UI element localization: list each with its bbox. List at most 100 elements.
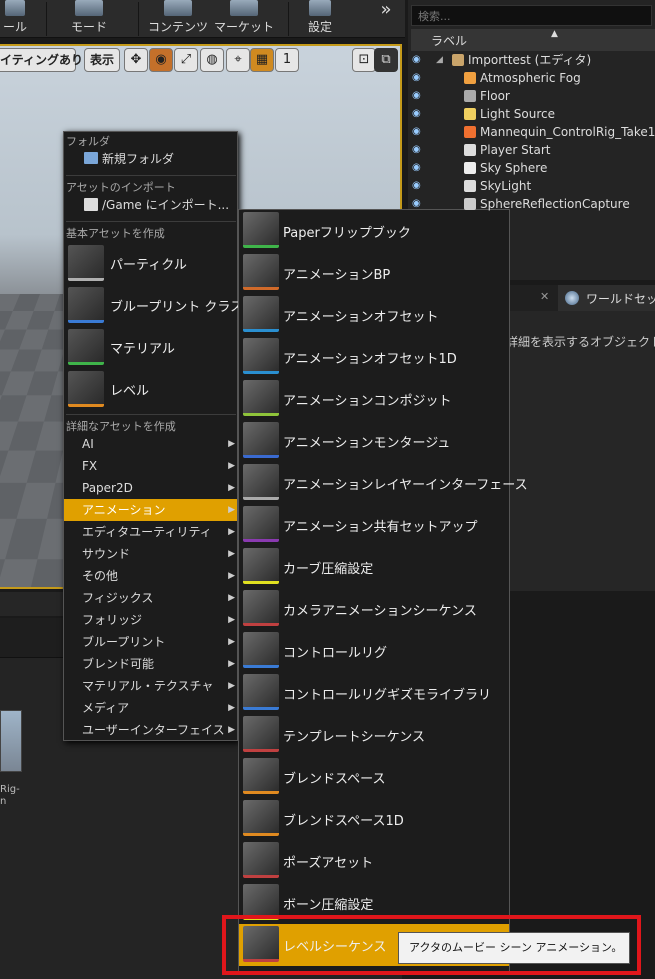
- expand-arrow-icon[interactable]: ◢: [436, 51, 443, 69]
- material-icon: [68, 329, 104, 365]
- details-empty-hint: 詳細を表示するオブジェクトを: [506, 335, 655, 349]
- outliner-row-label: Mannequin_ControlRig_Take1: [480, 125, 655, 139]
- submenu-item-animation-asset[interactable]: アニメーションBP: [239, 252, 509, 294]
- outliner-row[interactable]: ◉ SphereReflectionCapture: [408, 195, 655, 213]
- submenu-item-label: アニメーションレイヤーインターフェース: [283, 478, 528, 493]
- menu-item-basic-asset[interactable]: ブループリント クラス: [68, 286, 243, 326]
- submenu-item-animation-asset[interactable]: ブレンドスペース: [239, 756, 509, 798]
- menu-item-advanced-category[interactable]: ユーザーインターフェイス ▶: [64, 719, 237, 741]
- submenu-item-animation-asset[interactable]: アニメーションレイヤーインターフェース: [239, 462, 528, 504]
- submenu-item-animation-asset[interactable]: アニメーションモンタージュ: [239, 420, 509, 462]
- submenu-item-label: アニメーションオフセット: [283, 310, 439, 325]
- level-icon: [68, 371, 104, 407]
- toolbar-content-button[interactable]: コンテンツ: [148, 0, 208, 38]
- submenu-arrow-icon: ▶: [228, 527, 235, 537]
- outliner-row[interactable]: ◉ Player Start: [408, 141, 655, 159]
- menu-item-advanced-label: Paper2D: [82, 481, 133, 495]
- outliner-row[interactable]: ◉ Light Source: [408, 105, 655, 123]
- outliner-row[interactable]: ◉ Atmospheric Fog: [408, 69, 655, 87]
- menu-item-basic-asset[interactable]: マテリアル: [68, 328, 238, 368]
- world-space-icon[interactable]: ◍: [200, 48, 224, 72]
- submenu-item-animation-asset[interactable]: アニメーションオフセット1D: [239, 336, 509, 378]
- translate-icon[interactable]: ✥: [124, 48, 148, 72]
- submenu-item-animation-asset[interactable]: コントロールリグギズモライブラリ: [239, 672, 509, 714]
- visibility-eye-icon[interactable]: ◉: [412, 51, 426, 69]
- asset-type-icon: [243, 464, 279, 500]
- rotate-icon[interactable]: ◉: [149, 48, 173, 72]
- toolbar-settings-button[interactable]: ール: [0, 0, 32, 38]
- menu-item-advanced-label: フォリッジ: [82, 613, 143, 627]
- visibility-eye-icon[interactable]: ◉: [412, 105, 426, 123]
- menu-item-advanced-category[interactable]: エディタユーティリティ ▶: [64, 521, 237, 543]
- outliner-search-input[interactable]: 検索...: [411, 5, 652, 26]
- submenu-arrow-icon: ▶: [228, 615, 235, 625]
- outliner-label-header[interactable]: ラベル ▲: [411, 29, 655, 51]
- submenu-item-animation-asset[interactable]: Paperフリップブック: [239, 210, 509, 252]
- tab-close-icon[interactable]: ✕: [540, 290, 549, 303]
- menu-item-advanced-category[interactable]: AI ▶: [64, 433, 237, 455]
- submenu-item-animation-asset[interactable]: アニメーション共有セットアップ: [239, 504, 509, 546]
- visibility-eye-icon[interactable]: ◉: [412, 177, 426, 195]
- asset-type-icon: [243, 380, 279, 416]
- submenu-item-animation-asset[interactable]: コントロールリグ: [239, 630, 509, 672]
- surface-snap-icon[interactable]: ⌖: [226, 48, 250, 72]
- grid-snap-icon[interactable]: ▦: [250, 48, 274, 72]
- scale-icon[interactable]: ⤢: [174, 48, 198, 72]
- submenu-item-animation-asset[interactable]: アニメーションコンポジット: [239, 378, 509, 420]
- menu-item-advanced-category[interactable]: その他 ▶: [64, 565, 237, 587]
- submenu-item-animation-asset[interactable]: カメラアニメーションシーケンス: [239, 588, 509, 630]
- menu-item-basic-asset-label: レベル: [110, 384, 150, 399]
- menu-item-advanced-category[interactable]: メディア ▶: [64, 697, 237, 719]
- viewport-realtime-chip[interactable]: イティングあり: [0, 48, 83, 72]
- grid-size-value[interactable]: 1: [275, 48, 299, 72]
- menu-item-import[interactable]: /Game にインポート...: [64, 194, 237, 216]
- menu-item-advanced-category[interactable]: FX ▶: [64, 455, 237, 477]
- submenu-item-animation-asset[interactable]: ブレンドスペース1D: [239, 798, 509, 840]
- outliner-row[interactable]: ◉ Mannequin_ControlRig_Take1: [408, 123, 655, 141]
- menu-item-basic-asset[interactable]: レベル: [68, 370, 238, 410]
- asset-thumbnail[interactable]: [0, 710, 22, 772]
- market-icon: [230, 0, 258, 16]
- submenu-item-animation-asset[interactable]: テンプレートシーケンス: [239, 714, 509, 756]
- menu-item-new-folder[interactable]: 新規フォルダ: [64, 148, 237, 170]
- outliner-row[interactable]: ◉ Floor: [408, 87, 655, 105]
- menu-item-basic-asset-label: パーティクル: [110, 258, 187, 273]
- menu-item-advanced-category[interactable]: ブループリント ▶: [64, 631, 237, 653]
- menu-item-advanced-category[interactable]: サウンド ▶: [64, 543, 237, 565]
- menu-item-new-folder-label: 新規フォルダ: [102, 152, 175, 166]
- submenu-item-animation-asset[interactable]: カーブ圧縮設定: [239, 546, 509, 588]
- menu-section-import: アセットのインポート: [66, 181, 176, 194]
- menu-item-advanced-category[interactable]: ブレンド可能 ▶: [64, 653, 237, 675]
- outliner-row[interactable]: ◉ ◢ Importtest (エディタ): [408, 51, 655, 69]
- visibility-eye-icon[interactable]: ◉: [412, 123, 426, 141]
- menu-item-advanced-category[interactable]: マテリアル・テクスチャ ▶: [64, 675, 237, 697]
- toolbar-settings-menu-button[interactable]: 設定: [300, 0, 340, 38]
- maximize-icon[interactable]: ⊡: [352, 48, 376, 72]
- submenu-item-animation-asset[interactable]: ポーズアセット: [239, 840, 509, 882]
- restore-icon[interactable]: ⧉: [374, 48, 398, 72]
- content-icon: [164, 0, 192, 16]
- submenu-item-animation-asset[interactable]: アニメーションオフセット: [239, 294, 509, 336]
- menu-item-advanced-category[interactable]: アニメーション ▶: [64, 499, 237, 521]
- toolbar-overflow-button[interactable]: »: [374, 0, 398, 38]
- outliner-row[interactable]: ◉ Sky Sphere: [408, 159, 655, 177]
- viewport-show-button[interactable]: 表示: [84, 48, 120, 72]
- toolbar-market-button[interactable]: マーケット: [214, 0, 274, 38]
- menu-item-advanced-category[interactable]: フィジックス ▶: [64, 587, 237, 609]
- outliner-row[interactable]: ◉ SkyLight: [408, 177, 655, 195]
- asset-type-icon: [243, 842, 279, 878]
- menu-item-advanced-category[interactable]: フォリッジ ▶: [64, 609, 237, 631]
- visibility-eye-icon[interactable]: ◉: [412, 69, 426, 87]
- outliner-row-label: Light Source: [480, 107, 555, 121]
- menu-item-advanced-label: ユーザーインターフェイス: [82, 723, 225, 737]
- toolbar-mode-button[interactable]: モード: [64, 0, 114, 38]
- visibility-eye-icon[interactable]: ◉: [412, 87, 426, 105]
- menu-item-basic-asset[interactable]: パーティクル: [68, 244, 238, 284]
- submenu-item-label: アニメーションBP: [283, 268, 391, 283]
- visibility-eye-icon[interactable]: ◉: [412, 141, 426, 159]
- menu-item-advanced-category[interactable]: Paper2D ▶: [64, 477, 237, 499]
- asset-name-line2: n: [0, 796, 7, 807]
- visibility-eye-icon[interactable]: ◉: [412, 195, 426, 213]
- visibility-eye-icon[interactable]: ◉: [412, 159, 426, 177]
- menu-item-advanced-label: AI: [82, 437, 94, 451]
